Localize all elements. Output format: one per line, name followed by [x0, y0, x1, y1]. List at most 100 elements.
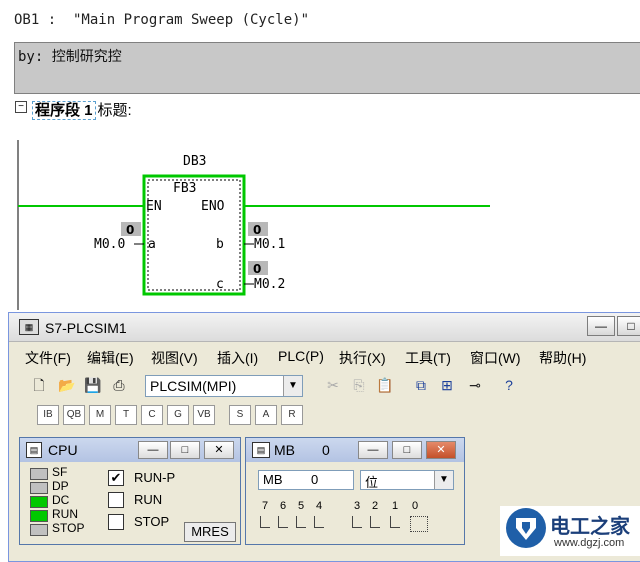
pin-eno: ENO	[201, 199, 225, 214]
plcsim-title: S7-PLCSIM1	[45, 320, 127, 336]
mb-minimize-button[interactable]: —	[358, 441, 388, 459]
cpu-titlebar[interactable]: ▤ CPU — □ ✕	[20, 438, 240, 462]
tile-icon[interactable]: ⊞	[437, 375, 457, 395]
menu-insert[interactable]: 插入(I)	[217, 348, 258, 368]
plcsim-icon: ▦	[19, 319, 39, 335]
output-b-address: M0.1	[254, 237, 285, 252]
run-label: RUN	[134, 492, 163, 507]
bit-checkbox-5[interactable]	[296, 516, 306, 528]
insert-input-icon[interactable]: IB	[37, 405, 59, 425]
bit-label-7: 7	[261, 500, 269, 512]
insert-counter-icon[interactable]: C	[141, 405, 163, 425]
mb-title-address: 0	[322, 442, 330, 458]
watermark-name: 电工之家	[550, 516, 630, 538]
bit-checkbox-2[interactable]	[370, 516, 380, 528]
insert-bit-memory-icon[interactable]: M	[89, 405, 111, 425]
network-label: 程序段 1	[32, 101, 96, 120]
led-dp-label: DP	[52, 479, 69, 493]
watermark: 电工之家 www.dgzj.com	[500, 506, 640, 556]
network-title: 标题:	[97, 102, 132, 119]
input-a-address: M0.0	[94, 237, 125, 252]
bit-label-3: 3	[353, 500, 361, 512]
led-sf	[30, 468, 48, 480]
insert-timer-icon[interactable]: T	[115, 405, 137, 425]
led-dp	[30, 482, 48, 494]
cpu-close-button[interactable]: ✕	[204, 441, 234, 459]
run-checkbox[interactable]	[108, 492, 124, 508]
cpu-window[interactable]: ▤ CPU — □ ✕ SF DP DC RUN STOP ✔ RUN-P RU…	[19, 437, 241, 545]
mb-titlebar[interactable]: ▤ MB 0 — □ ✕	[246, 438, 464, 462]
menu-tools[interactable]: 工具(T)	[405, 348, 451, 368]
insert-generic-icon[interactable]: G	[167, 405, 189, 425]
led-stop-label: STOP	[52, 521, 85, 535]
paste-icon[interactable]: 📋	[375, 375, 395, 395]
cpu-minimize-button[interactable]: —	[138, 441, 168, 459]
bit-checkbox-1[interactable]	[390, 516, 400, 528]
led-dc-label: DC	[52, 493, 70, 507]
mb-icon: ▤	[252, 442, 270, 458]
watermark-logo	[506, 508, 546, 548]
new-icon[interactable]: 🗋	[29, 375, 49, 395]
bit-checkbox-0[interactable]	[410, 516, 428, 532]
menu-edit[interactable]: 编辑(E)	[87, 348, 134, 368]
output-c-value: 0	[253, 262, 261, 276]
output-b-value: 0	[253, 223, 261, 237]
insert-register-icon[interactable]: R	[281, 405, 303, 425]
open-icon[interactable]: 📂	[57, 375, 77, 395]
cut-icon[interactable]: ✂	[323, 375, 343, 395]
network-header[interactable]: 程序段 1 标题:	[32, 99, 132, 120]
ladder-diagram[interactable]: DB3 FB3 EN ENO a b c 0 M0.0 0 M0.1 0 M0.…	[0, 130, 640, 310]
mb-address: 0	[311, 472, 319, 487]
print-icon[interactable]: ⎙	[109, 375, 129, 395]
mb-format-select[interactable]: 位 ▼	[360, 470, 454, 490]
network-collapse-icon[interactable]: −	[15, 101, 27, 113]
bit-checkbox-7[interactable]	[260, 516, 270, 528]
toolbar-main: 🗋 📂 💾 ⎙ ✂ ⎘ 📋 ⧉ ⊞ ⊸ ?	[21, 371, 640, 399]
cpu-maximize-button[interactable]: □	[170, 441, 200, 459]
insert-output-icon[interactable]: QB	[63, 405, 85, 425]
led-dc	[30, 496, 48, 508]
help-icon[interactable]: ?	[499, 375, 519, 395]
menu-help[interactable]: 帮助(H)	[539, 348, 586, 368]
menu-view[interactable]: 视图(V)	[151, 348, 198, 368]
mb-maximize-button[interactable]: □	[392, 441, 422, 459]
mb-close-button[interactable]: ✕	[426, 441, 456, 459]
led-stop	[30, 524, 48, 536]
mb-title: MB	[274, 442, 295, 458]
mb-format-value: 位	[365, 475, 379, 490]
menu-file[interactable]: 文件(F)	[25, 348, 71, 368]
mb-window[interactable]: ▤ MB 0 — □ ✕ MB 0 位 ▼ 7 6 5 4 3 2 1 0	[245, 437, 465, 545]
pin-icon[interactable]: ⊸	[465, 375, 485, 395]
bit-checkbox-6[interactable]	[278, 516, 288, 528]
bit-label-6: 6	[279, 500, 287, 512]
save-icon[interactable]: 💾	[83, 375, 103, 395]
chevron-down-icon[interactable]: ▼	[434, 471, 453, 489]
bit-checkbox-3[interactable]	[352, 516, 362, 528]
copy-icon[interactable]: ⎘	[349, 375, 369, 395]
menu-plc[interactable]: PLC(P)	[278, 348, 324, 364]
menu-window[interactable]: 窗口(W)	[470, 348, 521, 368]
run-p-checkbox[interactable]: ✔	[108, 470, 124, 486]
toolbar-insert: IB QB M T C G VB S A R	[21, 403, 640, 427]
stop-checkbox[interactable]	[108, 514, 124, 530]
insert-accumulator-icon[interactable]: A	[255, 405, 277, 425]
bit-label-0: 0	[411, 500, 419, 512]
menu-execute[interactable]: 执行(X)	[339, 348, 386, 368]
plcsim-titlebar[interactable]: ▦ S7-PLCSIM1 — □	[9, 313, 640, 342]
maximize-button[interactable]: □	[617, 316, 640, 336]
led-run	[30, 510, 48, 522]
bit-checkbox-4[interactable]	[314, 516, 324, 528]
led-sf-label: SF	[52, 465, 68, 479]
cascade-icon[interactable]: ⧉	[411, 375, 431, 395]
block-title: OB1 : "Main Program Sweep (Cycle)"	[14, 12, 310, 28]
insert-vertical-bits-icon[interactable]: VB	[193, 405, 215, 425]
mb-address-input[interactable]: MB 0	[258, 470, 354, 490]
mres-button[interactable]: MRES	[184, 522, 236, 542]
connection-select[interactable]: PLCSIM(MPI) ▼	[145, 375, 303, 397]
minimize-button[interactable]: —	[587, 316, 615, 336]
run-p-label: RUN-P	[134, 470, 176, 485]
connection-select-value: PLCSIM(MPI)	[150, 378, 237, 394]
chevron-down-icon[interactable]: ▼	[283, 376, 302, 396]
insert-stack-icon[interactable]: S	[229, 405, 251, 425]
cpu-title: CPU	[48, 442, 78, 458]
